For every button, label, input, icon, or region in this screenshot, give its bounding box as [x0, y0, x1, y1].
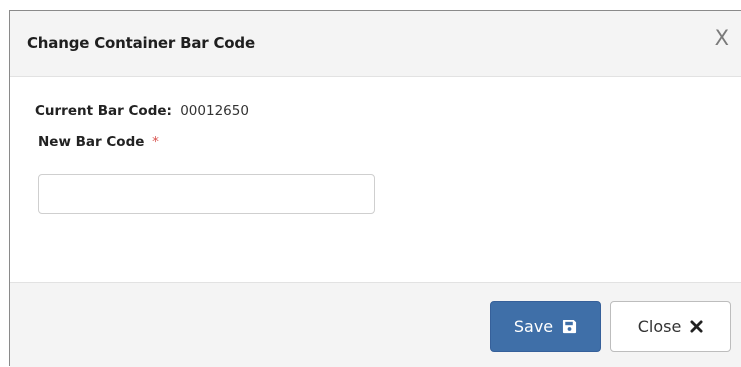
dialog-footer: Save Close	[10, 282, 741, 367]
dialog-header: Change Container Bar Code X	[10, 11, 741, 77]
current-barcode-value: 00012650	[180, 103, 249, 119]
times-icon	[690, 320, 703, 333]
close-button[interactable]: Close	[610, 301, 731, 352]
dialog-title: Change Container Bar Code	[27, 34, 255, 52]
new-barcode-label: New Bar Code	[38, 134, 145, 150]
new-barcode-input[interactable]	[38, 174, 375, 214]
close-button-label: Close	[637, 317, 682, 336]
current-barcode-label: Current Bar Code:	[35, 103, 172, 119]
close-dialog-button[interactable]: X	[715, 28, 729, 49]
change-barcode-dialog: Change Container Bar Code X Current Bar …	[9, 10, 741, 367]
floppy-disk-icon	[562, 319, 577, 334]
dialog-body: Current Bar Code: 00012650 New Bar Code …	[10, 77, 741, 282]
new-barcode-label-row: New Bar Code *	[38, 134, 159, 150]
current-barcode-row: Current Bar Code: 00012650	[35, 103, 249, 119]
required-indicator: *	[152, 134, 159, 150]
save-button[interactable]: Save	[490, 301, 601, 352]
save-button-label: Save	[513, 317, 554, 336]
